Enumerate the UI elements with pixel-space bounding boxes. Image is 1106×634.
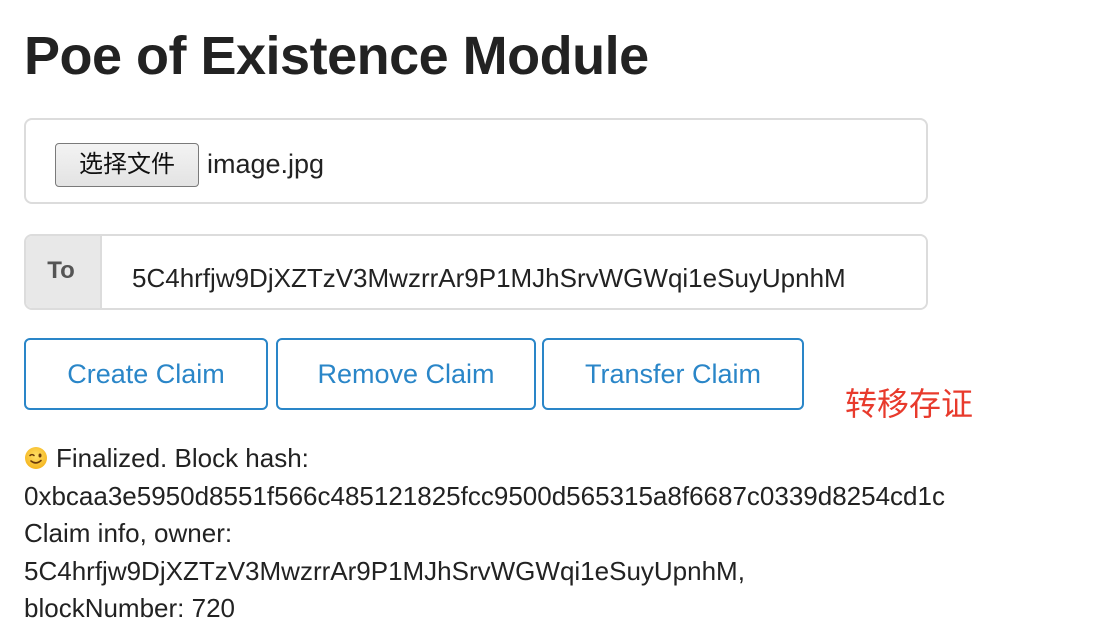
transfer-claim-button[interactable]: Transfer Claim [542,338,804,410]
status-claim-owner: 5C4hrfjw9DjXZTzV3MwzrrAr9P1MJhSrvWGWqi1e… [24,555,745,586]
status-block-number: blockNumber: 720 [24,593,235,623]
remove-claim-button[interactable]: Remove Claim [276,338,536,410]
status-message: Finalized. Block hash: 0xbcaa3e5950d8551… [24,440,1094,628]
choose-file-button[interactable]: 选择文件 [55,143,199,187]
wink-emoji-icon [25,447,47,469]
to-label: To [26,236,102,308]
file-input-container: 选择文件 image.jpg [24,118,928,204]
status-finalized-text: Finalized. Block hash: [56,443,309,473]
status-claim-info-label: Claim info, owner: [24,518,233,548]
status-line-finalized: Finalized. Block hash: [24,440,1094,478]
page: Poe of Existence Module 选择文件 image.jpg T… [0,0,1106,634]
to-address-group: To 5C4hrfjw9DjXZTzV3MwzrrAr9P1MJhSrvWGWq… [24,234,928,310]
page-title: Poe of Existence Module [24,26,649,86]
to-address-input[interactable]: 5C4hrfjw9DjXZTzV3MwzrrAr9P1MJhSrvWGWqi1e… [102,236,926,308]
transfer-annotation: 转移存证 [845,385,974,423]
status-block-hash: 0xbcaa3e5950d8551f566c485121825fcc9500d5… [24,480,945,511]
create-claim-button[interactable]: Create Claim [24,338,268,410]
selected-file-name: image.jpg [207,149,325,179]
